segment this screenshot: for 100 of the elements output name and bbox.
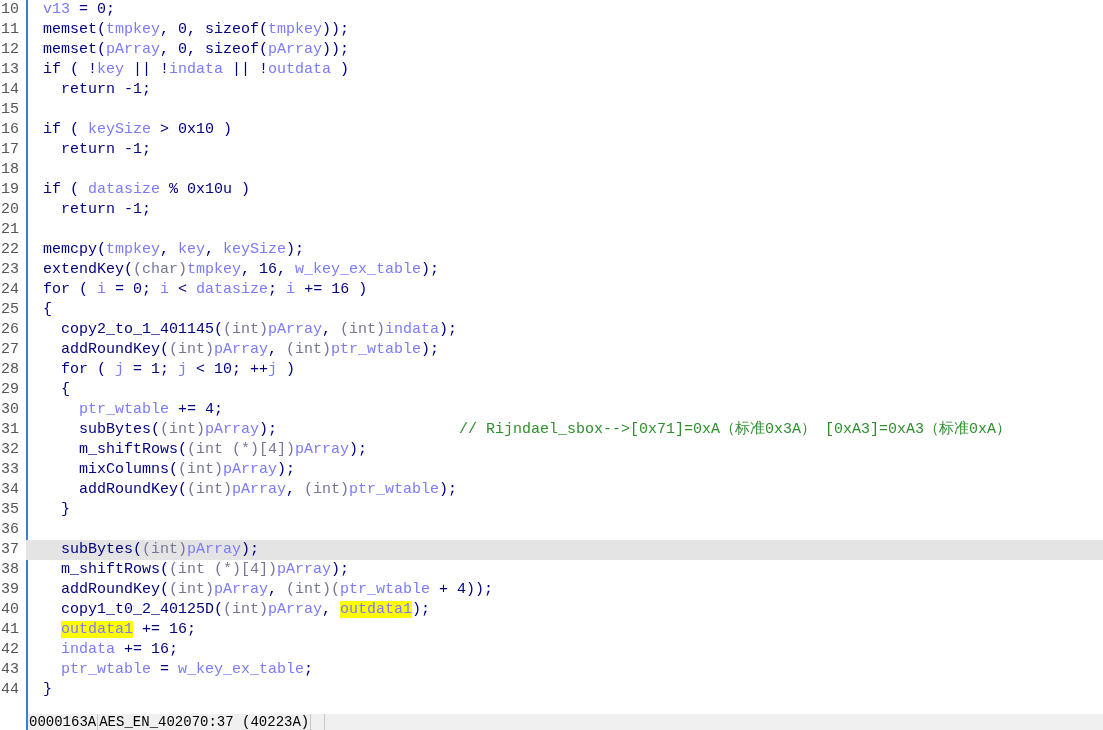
variable-name: ptr_wtable (340, 581, 431, 598)
type-cast: (int) (178, 461, 224, 478)
code-text: < 10; ++ (195, 361, 269, 378)
variable-name: indata (61, 641, 115, 658)
variable-name: pArray (277, 561, 332, 578)
variable-name: key (97, 61, 125, 78)
variable-name: j (178, 361, 188, 378)
line-number: 37 (0, 540, 26, 560)
code-text: addRoundKey( (61, 581, 170, 598)
variable-name: ptr_wtable (79, 401, 169, 418)
type-cast: (int) (142, 541, 188, 558)
code-text: || ! (132, 61, 170, 78)
variable-name: ptr_wtable (331, 341, 422, 358)
variable-name: pArray (214, 341, 269, 358)
variable-name: tmpkey (268, 21, 323, 38)
code-text: } (61, 501, 70, 518)
code-text: , 16, (241, 261, 288, 278)
code-text: < (177, 281, 189, 298)
code-text: , 0, sizeof( (160, 21, 269, 38)
code-text: for ( (43, 281, 89, 298)
code-text: addRoundKey( (79, 481, 188, 498)
variable-name: pArray (232, 481, 287, 498)
code-text: ); (331, 561, 350, 578)
variable-name: ptr_wtable (61, 661, 151, 678)
code-text: mixColumns( (79, 461, 179, 478)
variable-name: datasize (88, 181, 161, 198)
code-text: memset( (43, 41, 106, 58)
code-text: for ( (61, 361, 107, 378)
code-text: , (268, 581, 279, 598)
code-text: return -1; (61, 141, 151, 158)
variable-name: key (178, 241, 206, 258)
code-text: ); (421, 341, 440, 358)
code-text: , (205, 241, 216, 258)
code-text: { (61, 381, 70, 398)
variable-name: ptr_wtable (349, 481, 440, 498)
variable-name: w_key_ex_table (178, 661, 305, 678)
variable-name: j (115, 361, 125, 378)
variable-name: outdata (268, 61, 332, 78)
code-text: ); (439, 481, 458, 498)
code-text: ; (268, 281, 279, 298)
code-text: { (43, 301, 52, 318)
code-text: ); (421, 261, 440, 278)
code-text: m_shiftRows( (61, 561, 170, 578)
code-text: , (322, 321, 333, 338)
code-text: , (286, 481, 297, 498)
code-text: addRoundKey( (61, 341, 170, 358)
code-text: return -1; (61, 201, 151, 218)
code-text: += 4; (177, 401, 224, 418)
code-text: > 0x10 ) (159, 121, 233, 138)
variable-name: indata (385, 321, 440, 338)
code-text: || ! (231, 61, 269, 78)
code-text: copy1_t0_2_40125D( (61, 601, 224, 618)
highlighted-variable: outdata1 (61, 621, 133, 638)
code-text: ); (286, 241, 305, 258)
code-text: } (43, 681, 52, 698)
variable-name: pArray (223, 461, 278, 478)
variable-name: i (160, 281, 170, 298)
type-cast: (int) (187, 481, 233, 498)
code-text: = 0; (114, 281, 153, 298)
code-text: ; (304, 661, 314, 678)
code-text: ); (412, 601, 431, 618)
type-cast: (int (*)[4]) (187, 441, 296, 458)
variable-name: pArray (268, 41, 323, 58)
type-cast: (int) (340, 321, 386, 338)
code-text: + 4)); (438, 581, 494, 598)
code-text: ); (259, 421, 278, 438)
variable-name: i (97, 281, 107, 298)
type-cast: (int)( (286, 581, 341, 598)
code-text: ); (277, 461, 296, 478)
code-text: ); (241, 541, 260, 558)
type-cast: (char) (133, 261, 188, 278)
variable-name: pArray (106, 41, 161, 58)
variable-name: pArray (187, 541, 242, 558)
variable-name: indata (169, 61, 224, 78)
variable-name: tmpkey (106, 241, 161, 258)
code-text: = 0; (78, 1, 116, 18)
variable-name: pArray (268, 321, 323, 338)
code-text: = 1; (132, 361, 171, 378)
highlighted-variable: outdata1 (340, 601, 413, 618)
variable-name: i (286, 281, 296, 298)
code-text: if ( ! (43, 61, 97, 78)
code-text: copy2_to_1_401145( (61, 321, 224, 338)
type-cast: (int) (286, 341, 332, 358)
code-text: % 0x10u ) (168, 181, 251, 198)
type-cast: (int) (304, 481, 350, 498)
code-text: += 16; (123, 641, 179, 658)
code-text: m_shiftRows( (79, 441, 188, 458)
code-text: = (159, 661, 171, 678)
variable-name: v13 (43, 1, 70, 18)
type-cast: (int (*)[4]) (169, 561, 278, 578)
type-cast: (int) (223, 601, 269, 618)
code-text: += 16; (141, 621, 197, 638)
code-text: ) (339, 61, 350, 78)
variable-name: keySize (88, 121, 152, 138)
type-cast: (int) (169, 341, 215, 358)
variable-name: tmpkey (106, 21, 161, 38)
code-text: , (268, 341, 279, 358)
variable-name: w_key_ex_table (295, 261, 422, 278)
type-cast: (int) (160, 421, 206, 438)
code-text: ) (285, 361, 296, 378)
